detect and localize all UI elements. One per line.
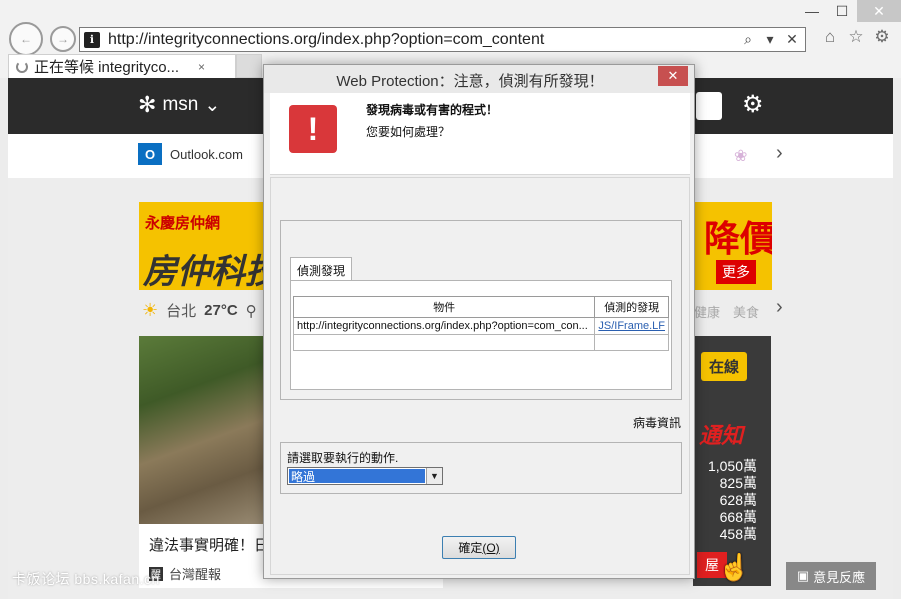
news-image [139,336,269,524]
table-row[interactable]: http://integrityconnections.org/index.ph… [292,317,669,335]
minimize-button[interactable]: — [797,0,827,22]
ok-shortcut: (O) [482,540,500,555]
maximize-button[interactable]: ☐ [827,0,857,22]
dialog-body: 偵測發現 物件 偵測的發現 http://integrityconnection… [270,177,690,575]
settings-gear-icon[interactable]: ⚙ [873,27,891,46]
weather-city: 台北 [166,303,197,320]
tab-detections[interactable]: 偵測發現 [290,257,353,281]
window-controls: — ☐ ✕ [797,0,901,24]
dialog-heading: 發現病毒或有害的程式！ [366,103,499,117]
outlook-label: Outlook.com [170,146,243,162]
sun-icon: ☀ [142,300,159,320]
warning-icon: ! [289,105,337,153]
weather-right-links[interactable]: 健康 美食 [694,302,759,321]
ok-button[interactable]: 確定 (O) [442,536,516,559]
forward-arrow-icon: → [57,32,69,46]
chevron-right-icon[interactable]: › [776,142,783,165]
back-button[interactable]: ← [9,22,43,56]
table-row [292,334,669,351]
site-favicon-icon: ℹ [84,31,100,48]
price-item: 458萬 [719,526,757,542]
user-avatar-icon[interactable] [696,92,722,120]
weather-temp: 27°C [204,302,238,319]
back-arrow-icon: ← [20,32,32,46]
loading-spinner-icon [16,60,28,73]
tab-close-icon[interactable]: × [198,60,205,74]
action-selected-value: 略過 [289,469,425,484]
column-header-object[interactable]: 物件 [292,296,596,318]
forward-button[interactable]: → [50,26,76,52]
watermark: 卡饭论坛 bbs.kafan.cn [12,571,160,587]
hand-cursor-icon: ☝ [718,552,751,582]
side-ad-online: 在線 [701,352,748,381]
home-icon[interactable]: ⌂ [821,27,839,46]
action-select[interactable]: 略過 ▼ [287,467,443,485]
price-item: 668萬 [719,509,757,525]
dialog-title: Web Protection：注意，偵測有所發現！ [336,73,604,90]
search-icon[interactable]: ⌕ [739,31,757,48]
detection-object: http://integrityconnections.org/index.ph… [292,317,596,335]
location-pin-icon: ⚲ [245,302,257,320]
detection-table: 物件 偵測的發現 http://integrityconnections.org… [292,296,669,351]
msn-logo[interactable]: ✻ msn ⌄ [138,92,220,118]
msn-logo-text: msn [162,94,199,115]
side-ad-notify: 通知 [699,423,744,448]
tab-title: 正在等候 integrityco... [34,59,180,76]
virus-info-link[interactable]: 病毒資訊 [633,414,681,431]
price-item: 628萬 [719,492,757,508]
feedback-button[interactable]: ▣ 意見反應 [786,562,876,590]
action-frame: 請選取要執行的動作. 略過 ▼ [280,442,682,494]
ok-label: 確定 [458,541,483,555]
dialog-subheading: 您要如何處理？ [366,125,451,139]
column-header-finding[interactable]: 偵測的發現 [594,296,669,318]
ad-banner-left[interactable]: 永慶房仲網 房仲科技 [139,202,269,290]
ad-banner-right[interactable]: 降價 更多 [688,202,772,290]
chevron-right-icon[interactable]: › [776,296,783,319]
ad-right-more: 更多 [716,260,756,284]
dialog-titlebar[interactable]: Web Protection：注意，偵測有所發現！ ✕ [264,65,694,93]
outlook-link[interactable]: O Outlook.com [138,143,243,165]
dropdown-icon[interactable]: ▾ [761,31,779,48]
ad-left-top: 永慶房仲網 [145,215,221,232]
detection-panel: 物件 偵測的發現 http://integrityconnections.org… [290,280,672,390]
browser-tab[interactable]: 正在等候 integrityco... × [8,54,236,78]
gear-icon[interactable]: ⚙ [742,90,764,119]
app-icon[interactable]: ❀ [734,146,758,166]
news-source-name: 台灣醒報 [169,567,222,582]
price-item: 1,050萬 [707,458,757,474]
feedback-label: 意見反應 [813,569,866,585]
chevron-down-icon[interactable]: ▼ [426,468,442,484]
ad-right-big: 降價 [704,218,772,259]
chevron-down-icon: ⌄ [204,94,221,116]
new-tab-button[interactable] [236,54,262,78]
side-ad-prices: 1,050萬 825萬 628萬 668萬 458萬 [707,458,757,543]
side-ad[interactable]: 在線 通知 1,050萬 825萬 628萬 668萬 458萬 屋 [693,336,771,586]
toolbar-icons: ⌂ ☆ ⚙ [821,27,891,46]
feedback-icon: ▣ [796,568,810,583]
dialog-header: ! 發現病毒或有害的程式！ 您要如何處理？ [270,93,690,175]
url-text[interactable]: http://integrityconnections.org/index.ph… [108,31,739,49]
detection-finding-link[interactable]: JS/IFrame.LF [594,317,669,335]
ad-left-big: 房仲科技 [143,253,269,290]
outlook-icon: O [138,143,162,165]
butterfly-icon: ✻ [138,92,157,117]
web-protection-dialog: Web Protection：注意，偵測有所發現！ ✕ ! 發現病毒或有害的程式… [263,64,695,579]
address-bar[interactable]: ℹ http://integrityconnections.org/index.… [79,27,806,52]
detection-frame: 偵測發現 物件 偵測的發現 http://integrityconnection… [280,220,682,400]
weather-strip[interactable]: ☀ 台北 27°C ⚲ [142,300,257,321]
close-window-button[interactable]: ✕ [857,0,901,22]
dialog-close-button[interactable]: ✕ [658,66,688,86]
favorites-star-icon[interactable]: ☆ [847,27,865,46]
action-label: 請選取要執行的動作. [287,451,399,465]
stop-icon[interactable]: ✕ [783,31,801,48]
price-item: 825萬 [719,475,757,491]
